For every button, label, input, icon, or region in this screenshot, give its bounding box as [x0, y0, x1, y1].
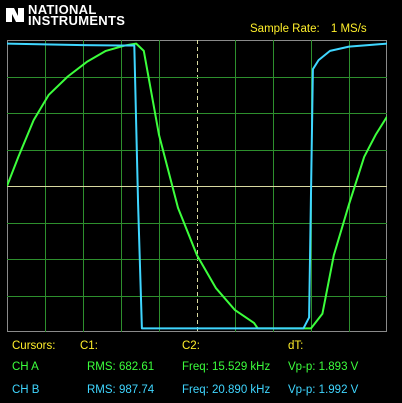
sample-rate: Sample Rate: 1 MS/s	[250, 23, 367, 35]
ch-a-rms: RMS: 682.61	[87, 361, 155, 373]
brand-logo: NATIONAL INSTRUMENTS	[4, 2, 144, 28]
ch-a-name: CH A	[12, 361, 39, 373]
brand-name: NATIONAL INSTRUMENTS	[28, 3, 126, 28]
c2-label: C2:	[182, 340, 200, 352]
ch-b-freq: Freq: 20.890 kHz	[182, 384, 271, 396]
ch-a-freq: Freq: 15.529 kHz	[182, 361, 271, 373]
sample-rate-label: Sample Rate:	[250, 23, 320, 35]
scope-plot[interactable]	[7, 40, 387, 332]
dt-label: dT:	[288, 340, 304, 352]
ch-a-vpp: Vp-p: 1.893 V	[288, 361, 359, 373]
sample-rate-value: 1 MS/s	[330, 23, 367, 35]
app-header: NATIONAL INSTRUMENTS Sample Rate: 1 MS/s	[0, 0, 402, 40]
c1-label: C1:	[80, 340, 98, 352]
ch-b-name: CH B	[12, 384, 40, 396]
measurement-readout: Cursors: C1: C2: dT: CH A RMS: 682.61 Fr…	[0, 336, 402, 403]
ch-b-rms: RMS: 987.74	[87, 384, 155, 396]
brand-line2: INSTRUMENTS	[28, 13, 126, 28]
ch-b-vpp: Vp-p: 1.992 V	[288, 384, 359, 396]
oscilloscope-display[interactable]	[7, 40, 387, 332]
ni-eagle-icon	[6, 8, 24, 22]
cursors-label: Cursors:	[12, 340, 56, 352]
